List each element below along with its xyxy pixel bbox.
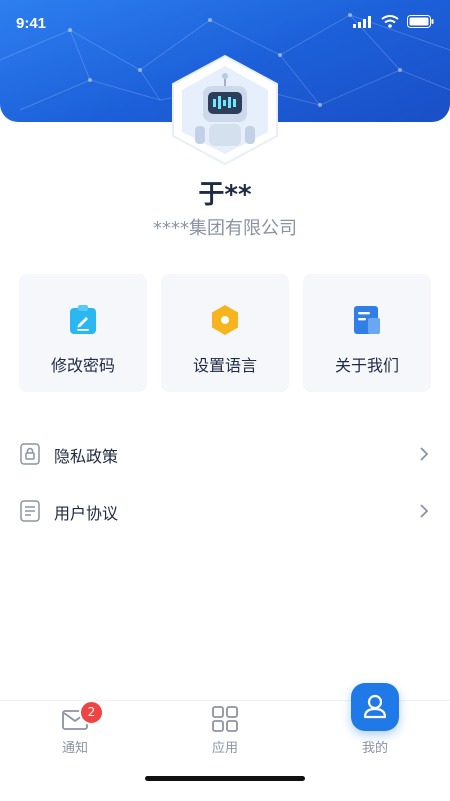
company-name: ****集团有限公司 (153, 218, 297, 239)
robot-avatar-icon (172, 55, 278, 165)
status-time: 9:41 (16, 15, 47, 32)
tab-apps[interactable]: 应用 (175, 701, 275, 771)
avatar[interactable] (165, 54, 285, 166)
tab-mine-active-button[interactable] (351, 683, 399, 731)
menu-item-label: 隐私政策 (54, 447, 119, 466)
home-indicator (145, 776, 305, 781)
menu-item-privacy-policy[interactable]: 隐私政策 (0, 426, 450, 483)
privacy-lock-icon (20, 443, 40, 465)
edit-clipboard-icon (70, 305, 96, 334)
menu-item-user-agreement[interactable]: 用户协议 (0, 483, 450, 540)
settings-menu: 隐私政策 用户协议 (0, 426, 450, 540)
about-us-label: 关于我们 (334, 356, 399, 375)
tab-label: 通知 (61, 741, 88, 756)
menu-item-label: 用户协议 (54, 504, 119, 523)
document-icon (354, 306, 380, 334)
hexagon-settings-icon (212, 305, 238, 335)
battery-icon (407, 15, 434, 28)
tab-label: 应用 (211, 741, 238, 756)
chevron-right-icon (420, 447, 429, 461)
about-us-button[interactable]: 关于我们 (303, 274, 431, 392)
grid-icon (212, 706, 238, 732)
quick-actions: 修改密码 设置语言 关于我们 (19, 274, 431, 392)
user-icon (363, 694, 387, 719)
set-language-label: 设置语言 (192, 356, 257, 375)
change-password-button[interactable]: 修改密码 (19, 274, 147, 392)
user-name: 于** (198, 180, 252, 210)
chevron-right-icon (420, 504, 429, 518)
tab-notifications[interactable]: 2 通知 (25, 700, 125, 771)
signal-icon (353, 15, 371, 28)
set-language-button[interactable]: 设置语言 (161, 274, 289, 392)
status-bar: 9:41 (0, 0, 450, 48)
notification-count-badge: 2 (79, 700, 104, 725)
agreement-doc-icon (20, 500, 40, 522)
status-icons (353, 15, 434, 28)
change-password-label: 修改密码 (50, 356, 115, 375)
tab-label: 我的 (361, 741, 388, 756)
wifi-icon (381, 15, 399, 28)
